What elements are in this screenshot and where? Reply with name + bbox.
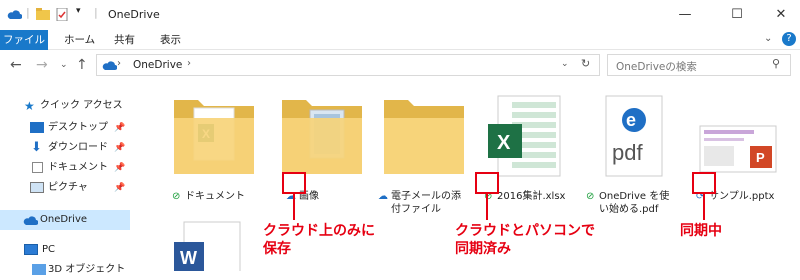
svg-text:e: e <box>626 110 636 130</box>
onedrive-icon <box>101 59 118 74</box>
annotation-line-syncing <box>703 194 705 220</box>
file-name-line1: OneDrive を使 <box>599 191 670 202</box>
breadcrumb[interactable]: OneDrive <box>133 59 182 71</box>
chevron-down-icon[interactable]: ⌄ <box>561 59 569 69</box>
chevron-right-icon[interactable]: › <box>187 58 191 69</box>
annotation-line-synced <box>486 194 488 220</box>
search-icon[interactable]: ⚲ <box>772 57 780 70</box>
chevron-right-icon: › <box>117 58 121 69</box>
tab-view[interactable]: 表示 <box>150 30 191 50</box>
annotation-box-syncing <box>692 172 716 194</box>
svg-text:X: X <box>497 132 511 154</box>
file-name: サンプル.pptx <box>709 191 775 202</box>
onedrive-icon <box>22 214 39 225</box>
pc-icon <box>24 244 38 255</box>
sidebar-item-quick-access[interactable]: ★ クイック アクセス <box>0 96 130 116</box>
pin-icon[interactable]: 📌 <box>114 178 125 198</box>
3d-objects-icon <box>32 264 46 275</box>
annotation-box-synced <box>475 172 499 194</box>
tab-file[interactable]: ファイル <box>0 30 48 50</box>
excel-file-icon: X <box>488 95 561 177</box>
folder-icon <box>384 100 464 174</box>
file-name-line1: 電子メールの添 <box>391 191 461 202</box>
sidebar-item-pc[interactable]: PC <box>0 240 130 260</box>
file-name: 2016集計.xlsx <box>497 191 566 202</box>
pin-icon[interactable]: 📌 <box>114 158 125 178</box>
folder-icon[interactable] <box>36 8 50 23</box>
navigation-pane: ★ クイック アクセス デスクトップ 📌 ⬇ ダウンロード 📌 ドキュメント 📌… <box>0 80 130 275</box>
powerpoint-file-icon: P <box>699 125 777 173</box>
sidebar-item-3d-objects[interactable]: 3D オブジェクト <box>0 260 130 280</box>
folder-icon <box>282 100 362 174</box>
svg-text:pdf: pdf <box>612 140 643 165</box>
help-icon[interactable]: ? <box>782 32 796 46</box>
ribbon-tabs: ファイル ホーム 共有 表示 ⌄ ? <box>0 30 800 50</box>
search-box[interactable]: OneDriveの検索 ⚲ <box>607 54 791 76</box>
download-icon: ⬇ <box>31 140 42 155</box>
sidebar-item-documents[interactable]: ドキュメント 📌 <box>0 158 130 178</box>
star-icon: ★ <box>24 99 35 113</box>
word-file-icon: W <box>174 221 241 280</box>
desktop-icon <box>30 122 44 133</box>
pin-icon[interactable]: 📌 <box>114 118 125 138</box>
annotation-syncing: 同期中 <box>680 223 722 239</box>
recent-locations-icon[interactable]: ⌄ <box>60 60 68 70</box>
separator: | <box>94 6 98 19</box>
cloud-only-icon: ☁ <box>378 191 388 202</box>
file-item-word-partial[interactable]: W <box>162 216 266 280</box>
forward-arrow-icon[interactable]: → <box>36 57 48 73</box>
annotation-line-cloud-only <box>293 194 295 220</box>
sidebar-item-onedrive[interactable]: OneDrive <box>0 210 130 230</box>
sidebar-item-downloads[interactable]: ⬇ ダウンロード 📌 <box>0 138 130 158</box>
search-placeholder: OneDriveの検索 <box>616 61 697 73</box>
folder-icon: X <box>174 100 254 174</box>
separator: | <box>26 6 30 19</box>
synced-check-icon: ⊘ <box>172 191 181 202</box>
synced-check-icon: ⊘ <box>586 191 595 202</box>
annotation-box-cloud-only <box>282 172 306 194</box>
file-name-line2: い始める.pdf <box>599 204 659 215</box>
back-arrow-icon[interactable]: ← <box>10 57 22 73</box>
tab-share[interactable]: 共有 <box>104 30 145 50</box>
window-title: OneDrive <box>108 8 160 21</box>
document-icon <box>32 162 43 173</box>
pdf-file-icon: e pdf <box>605 95 663 177</box>
file-name-line2: 付ファイル <box>391 204 441 215</box>
minimize-button[interactable]: — <box>662 0 708 30</box>
file-name: ドキュメント <box>185 191 245 202</box>
title-bar: | ▾ | OneDrive — ☐ ✕ <box>0 0 800 30</box>
sidebar-item-desktop[interactable]: デスクトップ 📌 <box>0 118 130 138</box>
up-arrow-icon[interactable]: ↑ <box>76 57 88 73</box>
address-bar[interactable]: › OneDrive › ⌄ ↻ <box>96 54 600 76</box>
annotation-cloud-only: クラウド上のみに 保存 <box>263 223 375 257</box>
pictures-icon <box>30 182 44 193</box>
annotation-synced: クラウドとパソコンで 同期済み <box>455 223 595 257</box>
close-button[interactable]: ✕ <box>758 0 800 30</box>
customize-quick-access-icon[interactable]: ▾ <box>76 6 81 16</box>
refresh-icon[interactable]: ↻ <box>581 57 590 70</box>
expand-ribbon-icon[interactable]: ⌄ <box>764 33 772 44</box>
svg-text:P: P <box>756 150 765 165</box>
tab-home[interactable]: ホーム <box>54 30 105 50</box>
maximize-button[interactable]: ☐ <box>714 0 760 30</box>
svg-text:W: W <box>180 248 197 268</box>
properties-icon[interactable] <box>56 7 69 24</box>
sidebar-item-pictures[interactable]: ピクチャ 📌 <box>0 178 130 198</box>
pin-icon[interactable]: 📌 <box>114 138 125 158</box>
address-row: ← → ⌄ ↑ › OneDrive › ⌄ ↻ OneDriveの検索 ⚲ <box>0 51 800 79</box>
onedrive-icon <box>6 8 23 23</box>
